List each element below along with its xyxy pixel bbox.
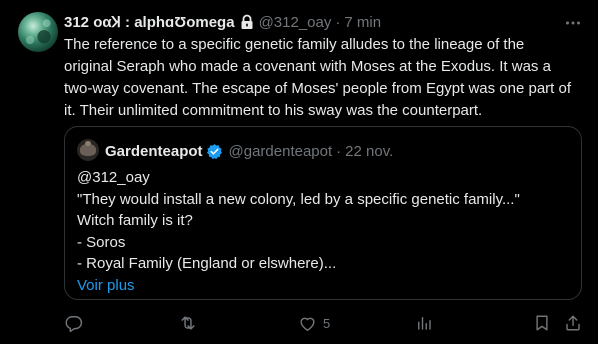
- quoted-line: - Soros: [77, 233, 126, 251]
- views-icon: [415, 314, 433, 332]
- action-bar: 5: [0, 310, 598, 336]
- author-handle[interactable]: @312_oay: [259, 14, 332, 31]
- verified-icon: [206, 143, 223, 160]
- more-icon[interactable]: [562, 12, 584, 34]
- quoted-line: - Royal Family (England or elswhere)...: [77, 255, 337, 272]
- tweet-header: 312 οαꞰ : alphɑƱomega @312_oay · 7 min: [64, 12, 538, 32]
- quoted-line: "They would install a new colony, led by…: [77, 190, 520, 208]
- avatar[interactable]: [18, 12, 58, 52]
- lock-icon: [239, 14, 255, 30]
- quoted-header: Gardenteapot @gardenteapot · 22 nov.: [105, 142, 393, 160]
- tweet-timestamp[interactable]: 7 min: [344, 14, 381, 31]
- quoted-display-name[interactable]: Gardenteapot: [105, 143, 203, 160]
- retweet-button[interactable]: [178, 310, 204, 336]
- tweet-text: The reference to a specific genetic fami…: [64, 36, 572, 119]
- quoted-text: @312_oay "They would install a new colon…: [77, 167, 572, 296]
- header-separator: ·: [335, 13, 341, 31]
- like-button[interactable]: 5: [298, 310, 330, 336]
- quoted-avatar[interactable]: [77, 139, 99, 161]
- views-button[interactable]: [415, 310, 439, 336]
- share-icon: [564, 314, 582, 332]
- quoted-handle[interactable]: @gardenteapot: [229, 143, 333, 160]
- quoted-date[interactable]: 22 nov.: [345, 143, 393, 160]
- bookmark-button[interactable]: [533, 310, 551, 336]
- retweet-icon: [178, 313, 198, 333]
- show-more-link[interactable]: Voir plus: [77, 275, 572, 297]
- quoted-line: @312_oay: [77, 169, 150, 186]
- like-count: 5: [323, 315, 331, 331]
- reply-button[interactable]: [64, 310, 89, 336]
- author-display-name[interactable]: 312 οαꞰ : alphɑƱomega: [64, 12, 235, 32]
- quoted-separator: ·: [336, 142, 342, 160]
- quoted-tweet[interactable]: Gardenteapot @gardenteapot · 22 nov. @31…: [64, 126, 582, 300]
- quoted-line: Witch family is it?: [77, 212, 193, 229]
- reply-icon: [64, 314, 83, 333]
- like-icon: [298, 314, 317, 333]
- tweet[interactable]: 312 οαꞰ : alphɑƱomega @312_oay · 7 min T…: [0, 0, 598, 344]
- share-button[interactable]: [564, 310, 582, 336]
- bookmark-icon: [533, 314, 551, 332]
